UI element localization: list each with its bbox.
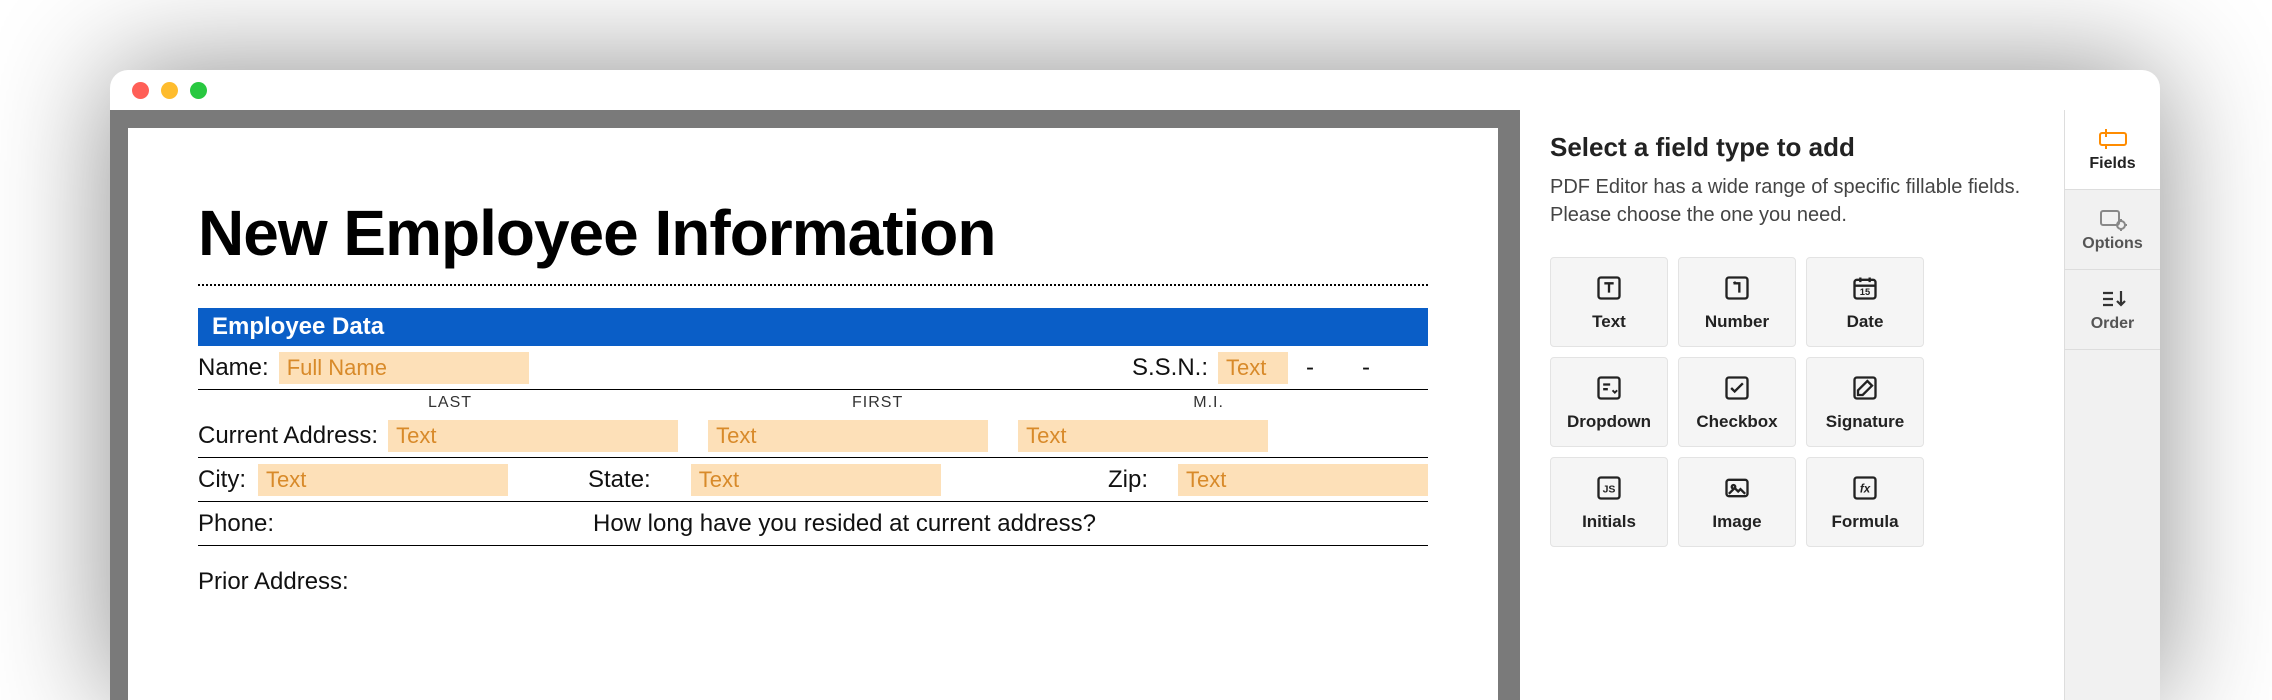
image-field-label: Image: [1712, 512, 1761, 532]
phone-label: Phone:: [198, 510, 593, 538]
tab-options[interactable]: Options: [2065, 190, 2160, 270]
date-icon: 15: [1849, 272, 1881, 304]
panel-main: Select a field type to add PDF Editor ha…: [1520, 110, 2064, 700]
date-field-label: Date: [1847, 312, 1884, 332]
panel-description: PDF Editor has a wide range of specific …: [1550, 173, 2042, 229]
signature-field-label: Signature: [1826, 412, 1904, 432]
checkbox-field-label: Checkbox: [1696, 412, 1777, 432]
tab-order[interactable]: Order: [2065, 270, 2160, 350]
name-label: Name:: [198, 354, 279, 382]
pdf-page: New Employee Information Employee Data N…: [128, 128, 1498, 700]
panel-title: Select a field type to add: [1550, 132, 2042, 163]
text-field-label: Text: [1592, 312, 1626, 332]
formula-field-button[interactable]: fx Formula: [1806, 457, 1924, 547]
svg-text:15: 15: [1860, 287, 1870, 297]
ssn-label: S.S.N.:: [1132, 354, 1218, 382]
order-tab-label: Order: [2091, 315, 2135, 333]
image-icon: [1721, 472, 1753, 504]
initials-field-button[interactable]: JS Initials: [1550, 457, 1668, 547]
date-field-button[interactable]: 15 Date: [1806, 257, 1924, 347]
state-field[interactable]: Text: [691, 464, 941, 496]
name-sublabels: LAST FIRST M.I.: [198, 394, 1428, 412]
addr1-field[interactable]: Text: [388, 420, 678, 452]
svg-text:JS: JS: [1603, 484, 1616, 496]
image-field-button[interactable]: Image: [1678, 457, 1796, 547]
formula-field-label: Formula: [1831, 512, 1898, 532]
formula-icon: fx: [1849, 472, 1881, 504]
tab-fields[interactable]: Fields: [2065, 110, 2160, 190]
name-row: Name: Full Name S.S.N.: Text - -: [198, 346, 1428, 390]
field-type-grid: Text Number 15 Date: [1550, 257, 2042, 547]
minimize-window-button[interactable]: [161, 82, 178, 99]
initials-icon: JS: [1593, 472, 1625, 504]
ssn-field[interactable]: Text: [1218, 352, 1288, 384]
options-tab-label: Options: [2082, 235, 2142, 253]
city-field[interactable]: Text: [258, 464, 508, 496]
how-long-label: How long have you resided at current add…: [593, 510, 1106, 538]
signature-field-button[interactable]: Signature: [1806, 357, 1924, 447]
full-name-field[interactable]: Full Name: [279, 352, 529, 384]
options-tab-icon: [2099, 207, 2127, 231]
addr3-field[interactable]: Text: [1018, 420, 1268, 452]
checkbox-field-button[interactable]: Checkbox: [1678, 357, 1796, 447]
signature-icon: [1849, 372, 1881, 404]
prior-address-label: Prior Address:: [198, 568, 359, 596]
text-icon: [1593, 272, 1625, 304]
text-field-button[interactable]: Text: [1550, 257, 1668, 347]
first-sublabel: FIRST: [852, 394, 903, 412]
title-underline: [198, 284, 1428, 286]
current-address-label: Current Address:: [198, 422, 388, 450]
right-panel: Select a field type to add PDF Editor ha…: [1520, 110, 2160, 700]
fields-tab-label: Fields: [2089, 155, 2135, 173]
state-label: State:: [588, 466, 661, 494]
app-window: New Employee Information Employee Data N…: [110, 70, 2160, 700]
number-field-label: Number: [1705, 312, 1769, 332]
mi-sublabel: M.I.: [1193, 394, 1224, 412]
phone-row: Phone: How long have you resided at curr…: [198, 502, 1428, 546]
city-row: City: Text State: Text Zip: Text: [198, 458, 1428, 502]
ssn-sep-1: -: [1288, 354, 1332, 382]
titlebar: [110, 70, 2160, 110]
number-icon: [1721, 272, 1753, 304]
checkbox-icon: [1721, 372, 1753, 404]
order-tab-icon: [2099, 287, 2127, 311]
address-row: Current Address: Text Text Text: [198, 414, 1428, 458]
document-title: New Employee Information: [198, 196, 1428, 270]
dropdown-icon: [1593, 372, 1625, 404]
maximize-window-button[interactable]: [190, 82, 207, 99]
ssn-sep-2: -: [1332, 354, 1388, 382]
zip-label: Zip:: [1108, 466, 1158, 494]
addr2-field[interactable]: Text: [708, 420, 988, 452]
last-sublabel: LAST: [428, 394, 472, 412]
initials-field-label: Initials: [1582, 512, 1636, 532]
dropdown-field-label: Dropdown: [1567, 412, 1651, 432]
section-header: Employee Data: [198, 308, 1428, 346]
document-canvas[interactable]: New Employee Information Employee Data N…: [110, 110, 1520, 700]
side-tabs: Fields Options Order: [2064, 110, 2160, 700]
number-field-button[interactable]: Number: [1678, 257, 1796, 347]
close-window-button[interactable]: [132, 82, 149, 99]
city-label: City:: [198, 466, 258, 494]
fields-tab-icon: [2098, 127, 2128, 151]
prior-address-row: Prior Address:: [198, 560, 1428, 604]
content-area: New Employee Information Employee Data N…: [110, 110, 2160, 700]
svg-text:fx: fx: [1860, 483, 1871, 496]
dropdown-field-button[interactable]: Dropdown: [1550, 357, 1668, 447]
zip-field[interactable]: Text: [1178, 464, 1428, 496]
